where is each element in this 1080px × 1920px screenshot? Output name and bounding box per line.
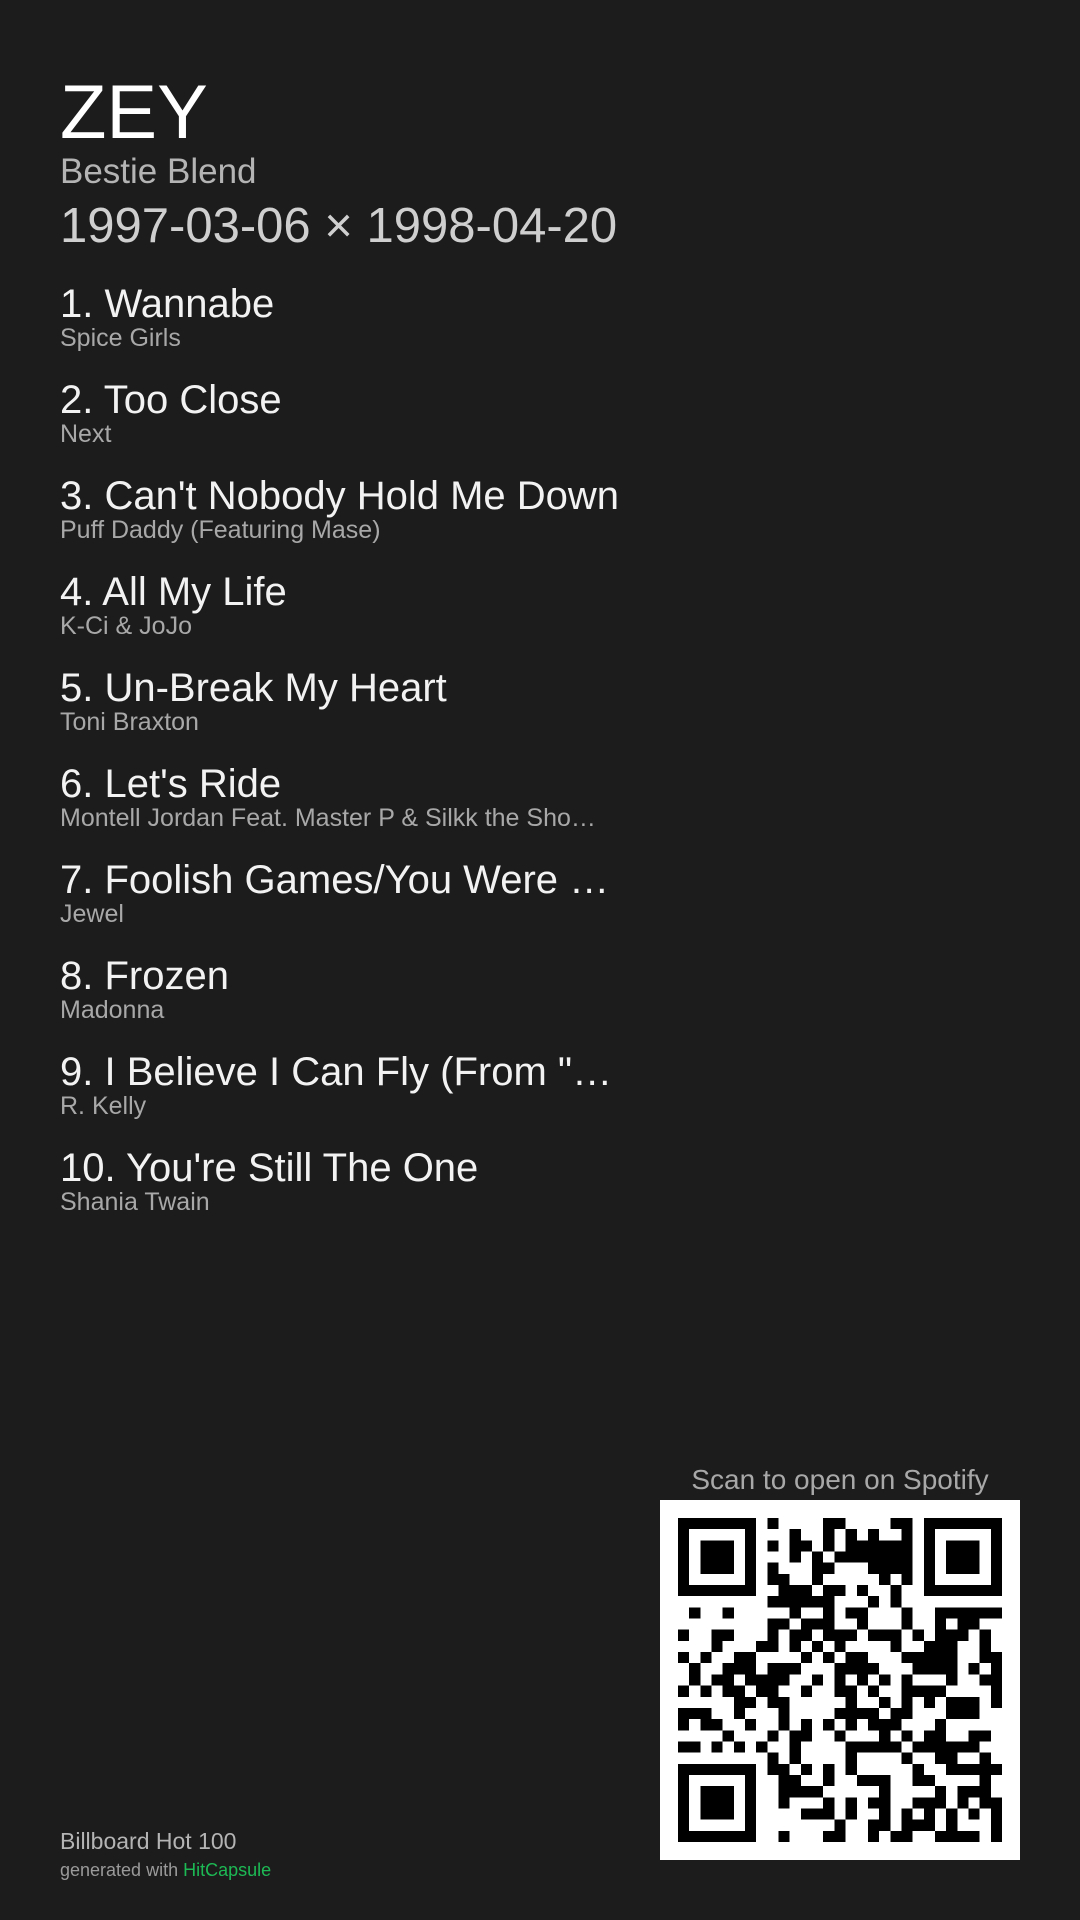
page-title: ZEY [60,70,208,155]
track-title: 1. Wannabe [60,282,275,326]
track-item[interactable]: 7. Foolish Games/You Were … Jewel [60,854,620,950]
track-artist: K-Ci & JoJo [60,612,192,640]
track-title: 7. Foolish Games/You Were … [60,858,610,902]
track-artist: Spice Girls [60,324,181,352]
track-title: 6. Let's Ride [60,762,282,806]
generated-credit: generated with HitCapsule [60,1858,271,1882]
page-subtitle: Bestie Blend [60,152,257,191]
footer: Billboard Hot 100 generated with HitCaps… [60,1826,271,1882]
track-title: 8. Frozen [60,954,229,998]
header: ZEY Bestie Blend 1997-03-06 × 1998-04-20 [60,70,617,256]
brand-link[interactable]: HitCapsule [183,1860,271,1880]
track-item[interactable]: 1. Wannabe Spice Girls [60,278,620,374]
track-item[interactable]: 3. Can't Nobody Hold Me Down Puff Daddy … [60,470,620,566]
qr-code-icon [678,1518,1002,1842]
track-artist: Madonna [60,996,165,1024]
track-item[interactable]: 4. All My Life K-Ci & JoJo [60,566,620,662]
chart-source: Billboard Hot 100 [60,1828,237,1854]
track-item[interactable]: 6. Let's Ride Montell Jordan Feat. Maste… [60,758,620,854]
date-range: 1997-03-06 × 1998-04-20 [60,199,618,253]
track-title: 10. You're Still The One [60,1146,479,1190]
generated-prefix: generated with [60,1860,184,1880]
track-title: 9. I Believe I Can Fly (From "… [60,1050,613,1094]
track-title: 5. Un-Break My Heart [60,666,447,710]
track-item[interactable]: 10. You're Still The One Shania Twain [60,1142,620,1238]
track-list: 1. Wannabe Spice Girls 2. Too Close Next… [60,278,620,1238]
track-title: 4. All My Life [60,570,287,614]
track-title: 2. Too Close [60,378,282,422]
scan-instruction: Scan to open on Spotify [691,1464,989,1495]
track-item[interactable]: 5. Un-Break My Heart Toni Braxton [60,662,620,758]
qr-code[interactable] [660,1500,1020,1860]
track-item[interactable]: 2. Too Close Next [60,374,620,470]
track-title: 3. Can't Nobody Hold Me Down [60,474,620,518]
track-item[interactable]: 9. I Believe I Can Fly (From "… R. Kelly [60,1046,620,1142]
track-item[interactable]: 8. Frozen Madonna [60,950,620,1046]
track-artist: Montell Jordan Feat. Master P & Silkk th… [60,804,596,832]
